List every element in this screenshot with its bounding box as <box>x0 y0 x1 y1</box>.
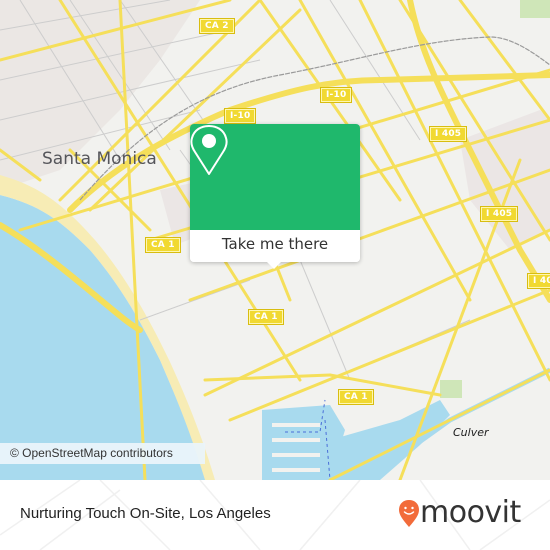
route-shield-i405: I 405 <box>479 206 519 222</box>
park <box>520 0 550 18</box>
route-shield-ca1: CA 1 <box>338 389 374 405</box>
marina-water <box>330 400 450 480</box>
location-pin-icon <box>190 125 228 175</box>
map-attribution[interactable]: © OpenStreetMap contributors <box>0 443 205 464</box>
moovit-logo[interactable]: moovit <box>398 495 538 531</box>
map-view[interactable]: Santa Monica Culver CA 2 I-10 I-10 I 405… <box>0 0 550 480</box>
location-popup: Take me there <box>190 124 360 269</box>
route-shield-i405: I 40 <box>527 273 550 289</box>
moovit-wordmark: moovit <box>420 495 521 530</box>
popup-pointer <box>266 261 282 269</box>
route-shield-ca1: CA 1 <box>248 309 284 325</box>
town-label-culver: Culver <box>453 426 489 439</box>
route-shield-i405: I 405 <box>428 126 468 142</box>
route-shield-i10: I-10 <box>319 87 353 103</box>
take-me-there-button[interactable]: Take me there <box>190 230 360 262</box>
route-shield-ca1: CA 1 <box>145 237 181 253</box>
route-shield-ca2: CA 2 <box>199 18 235 34</box>
footer-bar: Nurturing Touch On-Site, Los Angeles moo… <box>0 480 550 550</box>
route-shield-i10: I-10 <box>223 108 257 124</box>
place-name: Nurturing Touch On-Site, Los Angeles <box>20 505 271 522</box>
park <box>440 380 462 398</box>
popup-header <box>190 124 360 230</box>
city-label-santa-monica: Santa Monica <box>42 149 157 169</box>
moovit-smile-pin-icon <box>399 500 419 527</box>
